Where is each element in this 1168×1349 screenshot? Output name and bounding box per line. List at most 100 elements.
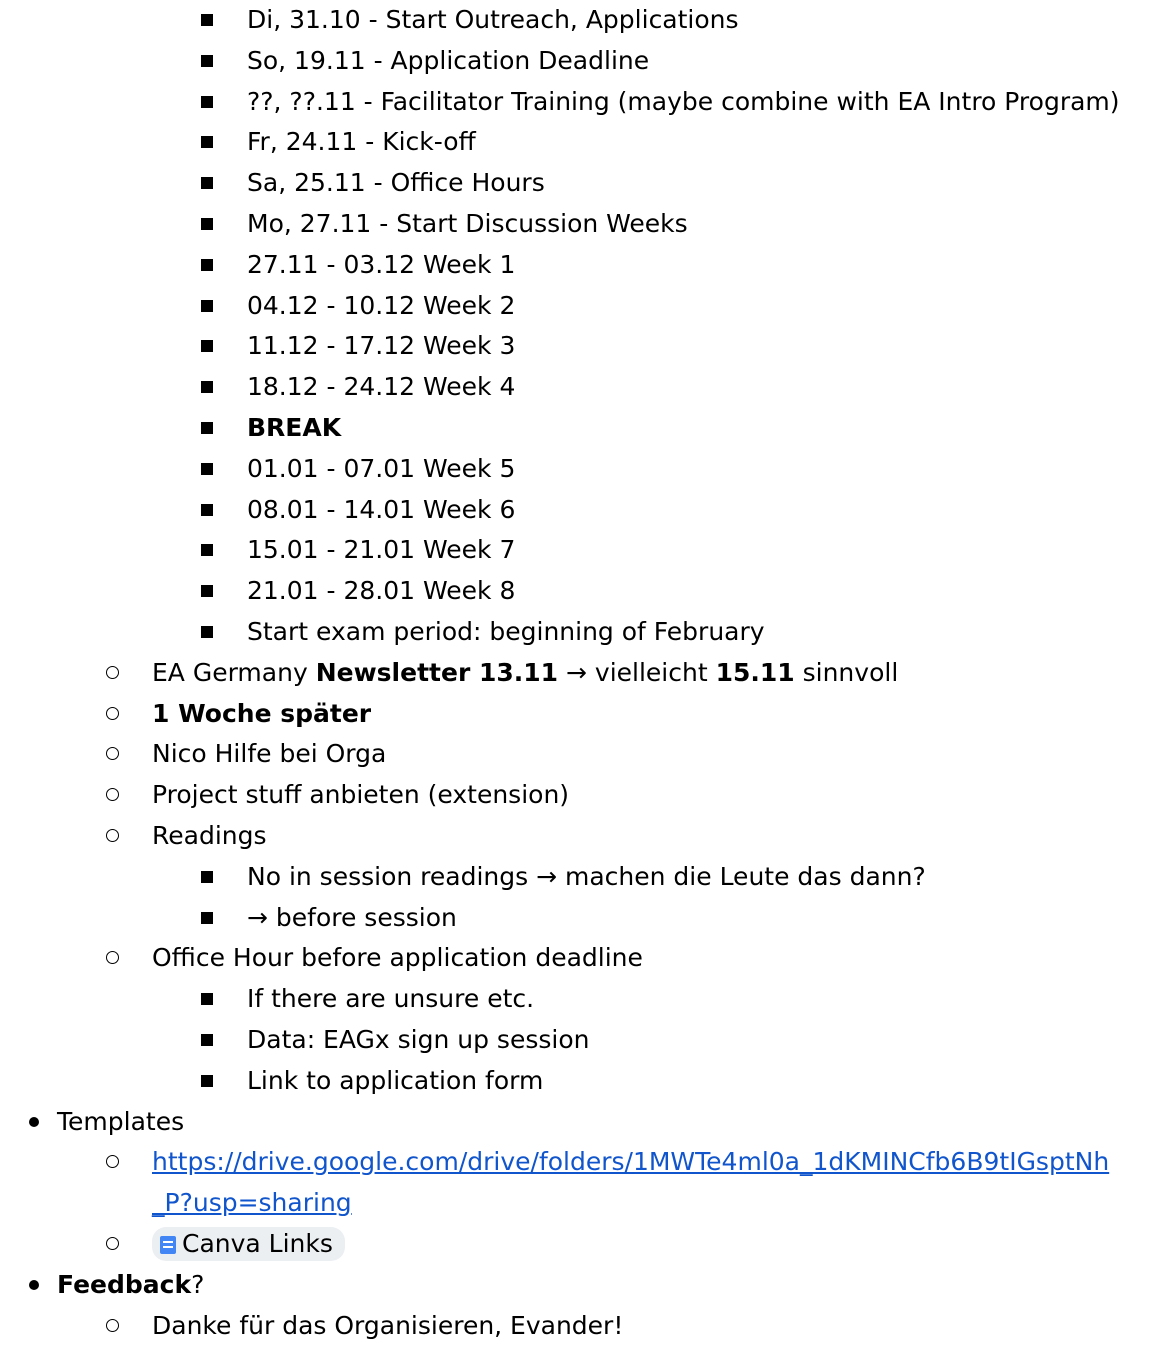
list-item: → before session <box>0 898 1168 938</box>
bullet-square-icon <box>201 14 213 26</box>
bullet-circle-icon <box>106 706 119 720</box>
list-item: 08.01 - 14.01 Week 6 <box>0 490 1168 530</box>
list-item: Office Hour before application deadline <box>0 938 1168 978</box>
text-segment: 18.12 - 24.12 Week 4 <box>247 372 516 402</box>
bullet-circle-icon <box>106 1318 119 1332</box>
list-item-text: If there are unsure etc. <box>247 979 534 1019</box>
list-item-text: 1 Woche später <box>152 694 371 734</box>
list-item-text: 01.01 - 07.01 Week 5 <box>247 449 515 489</box>
bold-text: Newsletter 13.11 <box>315 657 559 687</box>
list-item-text: Office Hour before application deadline <box>152 938 643 978</box>
list-item-text: Templates <box>57 1102 184 1142</box>
drive-link[interactable]: _P?usp=sharing <box>152 1188 352 1217</box>
list-item: Project stuff anbieten (extension) <box>0 775 1168 815</box>
document-icon <box>160 1236 176 1254</box>
chip-label: Canva Links <box>182 1229 333 1258</box>
bullet-circle-icon <box>106 829 119 842</box>
bold-text: 15.11 <box>715 657 795 687</box>
bullet-square-icon <box>201 381 213 394</box>
bullet-square-icon <box>201 340 213 353</box>
drive-link[interactable]: https://drive.google.com/drive/folders/1… <box>152 1147 1109 1176</box>
list-item: BREAK <box>0 408 1168 448</box>
list-item: ??, ??.11 - Facilitator Training (maybe … <box>0 82 1168 122</box>
list-item-text: Fr, 24.11 - Kick-off <box>247 122 476 162</box>
bullet-square-icon <box>201 1034 213 1046</box>
bullet-square-icon <box>201 544 213 557</box>
list-item: Link to application form <box>0 1061 1168 1101</box>
text-segment: No in session readings → machen die Leut… <box>247 861 926 891</box>
list-item-text: Di, 31.10 - Start Outreach, Applications <box>247 0 739 40</box>
bullet-square-icon <box>201 136 213 149</box>
list-item: 15.01 - 21.01 Week 7 <box>0 530 1168 570</box>
list-item: 1 Woche später <box>0 694 1168 734</box>
list-item-text: Canva Links <box>152 1224 345 1264</box>
bullet-circle-icon <box>106 747 119 761</box>
bullet-circle-icon <box>106 1155 119 1169</box>
bullet-circle-icon <box>106 665 119 679</box>
text-segment: Sa, 25.11 - Office Hours <box>247 168 545 198</box>
list-item: Readings <box>0 816 1168 856</box>
text-segment: 11.12 - 17.12 Week 3 <box>247 331 516 361</box>
text-segment: 27.11 - 03.12 Week 1 <box>247 249 516 279</box>
bullet-square-icon <box>201 258 213 271</box>
list-item-text: Nico Hilfe bei Orga <box>152 734 386 774</box>
list-item-text: EA Germany Newsletter 13.11 → vielleicht… <box>152 653 898 693</box>
text-segment: 04.12 - 10.12 Week 2 <box>247 290 516 320</box>
bullet-square-icon <box>201 993 213 1006</box>
list-item-text: 04.12 - 10.12 Week 2 <box>247 286 515 326</box>
text-segment: Data: EAGx sign up session <box>247 1025 590 1054</box>
text-segment: 08.01 - 14.01 Week 6 <box>247 494 516 524</box>
list-item-text: So, 19.11 - Application Deadline <box>247 41 649 81</box>
list-item: Sa, 25.11 - Office Hours <box>0 163 1168 203</box>
text-segment: Project stuff anbieten (extension) <box>152 780 570 810</box>
bold-text: Feedback <box>57 1269 192 1299</box>
list-item: Start exam period: beginning of February <box>0 612 1168 652</box>
text-segment: If there are unsure etc. <box>247 984 535 1014</box>
canva-links-chip[interactable]: Canva Links <box>152 1227 345 1261</box>
bullet-circle-icon <box>106 1237 119 1250</box>
list-item-text: 15.01 - 21.01 Week 7 <box>247 530 515 570</box>
text-segment: ? <box>191 1269 205 1299</box>
list-item-text: 21.01 - 28.01 Week 8 <box>247 571 515 611</box>
bullet-square-icon <box>201 911 213 924</box>
bold-text: 1 Woche später <box>152 698 372 728</box>
list-item-text: 18.12 - 24.12 Week 4 <box>247 367 515 407</box>
text-segment: ??, ??.11 - Facilitator Training (maybe … <box>247 86 1120 116</box>
text-segment: → before session <box>247 902 457 932</box>
list-item: Data: EAGx sign up session <box>0 1020 1168 1060</box>
list-item: If there are unsure etc. <box>0 979 1168 1019</box>
list-item-text: Link to application form <box>247 1061 543 1101</box>
bullet-square-icon <box>201 626 213 638</box>
document-body: Di, 31.10 - Start Outreach, Applications… <box>0 0 1168 1349</box>
list-item-text: 11.12 - 17.12 Week 3 <box>247 326 515 366</box>
text-segment: Office Hour before application deadline <box>152 943 643 973</box>
text-segment: Link to application form <box>247 1065 544 1095</box>
list-item: 01.01 - 07.01 Week 5 <box>0 449 1168 489</box>
text-segment: Readings <box>152 821 267 850</box>
bullet-square-icon <box>201 422 213 434</box>
text-segment: 21.01 - 28.01 Week 8 <box>247 576 516 606</box>
list-item: 04.12 - 10.12 Week 2 <box>0 286 1168 326</box>
text-segment: EA Germany <box>152 657 316 687</box>
list-item: 11.12 - 17.12 Week 3 <box>0 326 1168 366</box>
list-item-text: Danke für das Organisieren, Evander! <box>152 1306 623 1346</box>
text-segment: Start exam period: beginning of February <box>247 617 765 646</box>
text-segment: Danke für das Organisieren, Evander! <box>152 1310 624 1340</box>
text-segment: sinnvoll <box>794 657 899 687</box>
bullet-circle-icon <box>106 951 119 965</box>
list-item-text: Readings <box>152 816 267 856</box>
bullet-square-icon <box>201 54 213 67</box>
bullet-square-icon <box>201 1074 213 1087</box>
list-item: _P?usp=sharing <box>0 1183 1168 1223</box>
list-item: So, 19.11 - Application Deadline <box>0 41 1168 81</box>
bullet-circle-icon <box>106 788 119 802</box>
list-item: 27.11 - 03.12 Week 1 <box>0 245 1168 285</box>
list-item: 21.01 - 28.01 Week 8 <box>0 571 1168 611</box>
list-item-text: Mo, 27.11 - Start Discussion Weeks <box>247 204 688 244</box>
text-segment: 15.01 - 21.01 Week 7 <box>247 535 516 565</box>
list-item: EA Germany Newsletter 13.11 → vielleicht… <box>0 653 1168 693</box>
bullet-square-icon <box>201 503 213 516</box>
bullet-square-icon <box>201 95 213 108</box>
list-item-text: → before session <box>247 898 457 938</box>
bold-text: BREAK <box>247 413 342 442</box>
